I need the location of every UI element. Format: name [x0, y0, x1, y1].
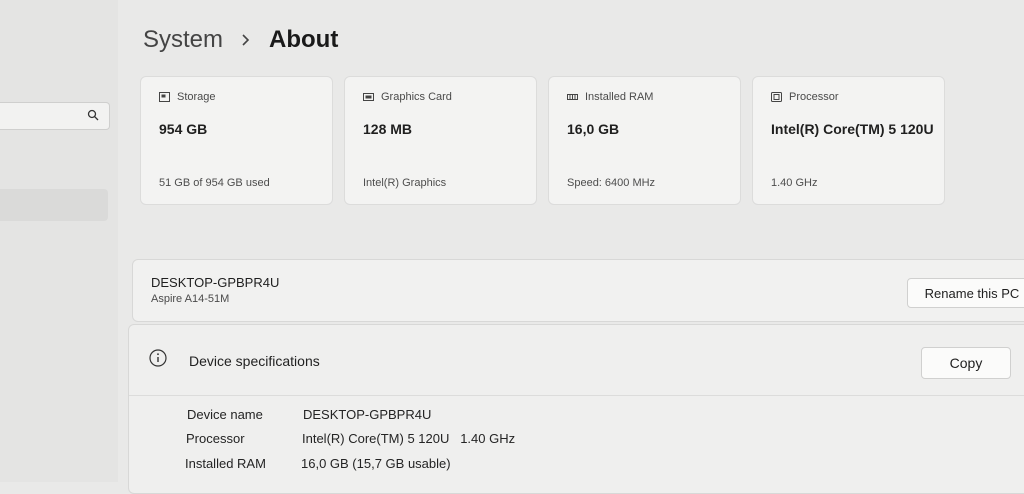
page-title: About: [269, 26, 339, 53]
card-value: 16,0 GB: [567, 121, 620, 137]
spec-value: Intel(R) Core(TM) 5 120U 1.40 GHz: [302, 431, 516, 446]
spec-value: 16,0 GB (15,7 GB usable): [301, 456, 451, 471]
card-label: Processor: [789, 91, 839, 103]
device-specifications-panel: Device specifications Copy Device name D…: [128, 324, 1024, 494]
copy-button[interactable]: Copy: [921, 347, 1011, 379]
graphics-card-card[interactable]: Graphics Card 128 MB Intel(R) Graphics: [344, 76, 537, 205]
card-subtext: Speed: 6400 MHz: [567, 177, 656, 189]
processor-card[interactable]: Processor Intel(R) Core(TM) 5 120U 1.40 …: [752, 76, 945, 205]
card-label: Graphics Card: [381, 91, 452, 103]
pc-model: Aspire A14-51M: [151, 293, 230, 305]
card-subtext: Intel(R) Graphics: [363, 177, 447, 189]
sidebar-item-system[interactable]: [0, 189, 108, 221]
card-subtext: 51 GB of 954 GB used: [159, 177, 270, 189]
ram-icon: [567, 94, 578, 100]
card-label: Installed RAM: [585, 91, 654, 103]
card-value: Intel(R) Core(TM) 5 120U: [771, 121, 934, 137]
device-specifications-header[interactable]: Device specifications Copy: [129, 325, 1024, 396]
section-title: Device specifications: [189, 353, 320, 369]
storage-card[interactable]: Storage 954 GB 51 GB of 954 GB used: [140, 76, 333, 205]
graphics-card-icon: [363, 93, 374, 101]
breadcrumb: System About: [143, 26, 338, 54]
sidebar: [0, 0, 118, 482]
card-value: 954 GB: [159, 121, 208, 137]
card-value: 128 MB: [363, 121, 413, 137]
installed-ram-card[interactable]: Installed RAM 16,0 GB Speed: 6400 MHz: [548, 76, 741, 205]
processor-icon: [771, 92, 782, 102]
pc-name-panel: DESKTOP-GPBPR4U Aspire A14-51M Rename th…: [132, 259, 1024, 322]
spec-key: Device name: [187, 407, 263, 422]
rename-pc-button[interactable]: Rename this PC: [907, 278, 1024, 308]
chevron-right-icon: [242, 34, 250, 46]
card-subtext: 1.40 GHz: [771, 177, 818, 189]
breadcrumb-system[interactable]: System: [143, 26, 223, 54]
search-icon: [87, 109, 99, 121]
pc-name: DESKTOP-GPBPR4U: [151, 275, 280, 290]
card-label: Storage: [177, 91, 216, 103]
storage-icon: [159, 92, 170, 102]
spec-key: Processor: [186, 431, 245, 446]
spec-key: Installed RAM: [185, 456, 266, 471]
info-icon: [149, 349, 167, 367]
search-input[interactable]: [0, 102, 110, 130]
spec-value: DESKTOP-GPBPR4U: [303, 407, 432, 422]
